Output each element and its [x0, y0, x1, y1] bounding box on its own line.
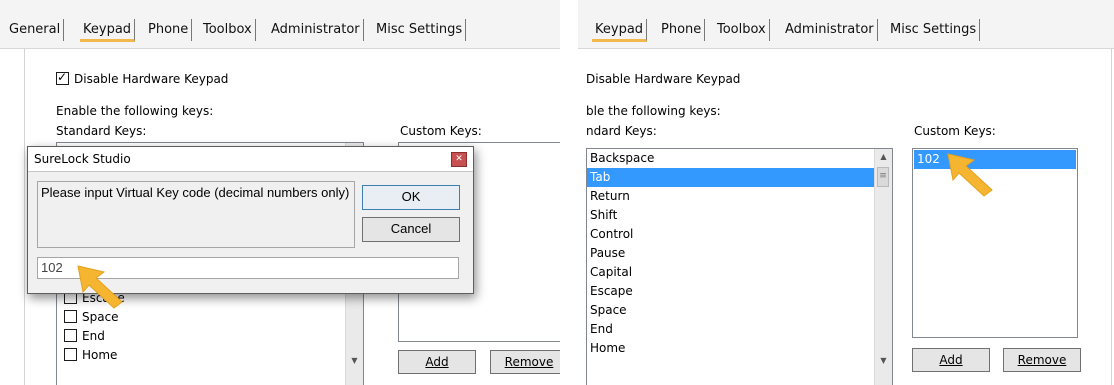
- list-item[interactable]: Control: [587, 225, 875, 244]
- standard-keys-list[interactable]: Backspace Tab Return Shift Control Pause…: [586, 148, 893, 385]
- scroll-down-icon[interactable]: ▼: [875, 353, 892, 369]
- pointer-arrow-icon: [77, 265, 123, 309]
- tab-phone[interactable]: Phone: [658, 19, 706, 41]
- remove-button[interactable]: Remove: [490, 350, 560, 374]
- scroll-up-icon[interactable]: ▲: [875, 149, 892, 165]
- cancel-button[interactable]: Cancel: [362, 217, 460, 242]
- close-icon[interactable]: ✕: [451, 152, 467, 167]
- list-item[interactable]: Space: [587, 301, 875, 320]
- list-item[interactable]: Home: [587, 339, 875, 358]
- disable-hardware-keypad-label[interactable]: Disable Hardware Keypad: [586, 72, 740, 86]
- pointer-arrow-icon: [947, 153, 993, 197]
- list-item[interactable]: Pause: [587, 244, 875, 263]
- standard-keys-scrollbar[interactable]: ▲ ≡ ▼: [874, 149, 892, 385]
- tab-misc-settings[interactable]: Misc Settings: [887, 19, 981, 41]
- list-item[interactable]: Return: [587, 187, 875, 206]
- standard-keys-label: ndard Keys:: [586, 124, 657, 138]
- left-screenshot: General Keypad Phone Toolbox Administrat…: [0, 0, 560, 385]
- tab-misc-settings[interactable]: Misc Settings: [373, 19, 467, 41]
- add-button[interactable]: Add: [398, 350, 476, 374]
- scroll-thumb[interactable]: ≡: [877, 167, 889, 187]
- list-item[interactable]: Escape: [587, 282, 875, 301]
- tab-bar: General Keypad Phone Toolbox Administrat…: [0, 0, 560, 49]
- list-item[interactable]: Backspace: [587, 149, 875, 168]
- checkbox-icon[interactable]: [64, 348, 77, 361]
- enable-keys-label: ble the following keys:: [586, 104, 721, 118]
- list-item[interactable]: End: [61, 327, 125, 346]
- add-button[interactable]: Add: [912, 348, 990, 372]
- list-item[interactable]: End: [587, 320, 875, 339]
- list-item[interactable]: Home: [61, 346, 125, 365]
- tab-keypad[interactable]: Keypad: [592, 19, 648, 42]
- right-screenshot: Keypad Phone Toolbox Administrator Misc …: [578, 0, 1114, 385]
- tab-keypad[interactable]: Keypad: [80, 19, 136, 42]
- dialog-message: Please input Virtual Key code (decimal n…: [37, 181, 355, 248]
- standard-keys-label: Standard Keys:: [56, 124, 147, 138]
- custom-keys-label: Custom Keys:: [400, 124, 482, 138]
- tab-administrator[interactable]: Administrator: [268, 19, 364, 41]
- remove-button[interactable]: Remove: [1003, 348, 1081, 372]
- tab-toolbox[interactable]: Toolbox: [200, 19, 256, 41]
- disable-hardware-keypad-label: Disable Hardware Keypad: [74, 72, 229, 86]
- list-item[interactable]: Space: [61, 308, 125, 327]
- custom-keys-label: Custom Keys:: [914, 124, 996, 138]
- tab-toolbox[interactable]: Toolbox: [714, 19, 770, 41]
- ok-button[interactable]: OK: [362, 185, 460, 210]
- checkbox-icon[interactable]: [64, 329, 77, 342]
- enable-keys-label: Enable the following keys:: [56, 104, 214, 118]
- tab-general[interactable]: General: [6, 19, 65, 41]
- list-item-selected[interactable]: Tab: [587, 168, 875, 187]
- list-item[interactable]: Shift: [587, 206, 875, 225]
- scroll-down-icon[interactable]: ▼: [346, 353, 363, 369]
- list-item[interactable]: Capital: [587, 263, 875, 282]
- tab-administrator[interactable]: Administrator: [782, 19, 878, 41]
- checkbox-icon[interactable]: [64, 310, 77, 323]
- checkbox-icon: [56, 70, 69, 85]
- disable-hardware-keypad-checkbox[interactable]: Disable Hardware Keypad: [56, 70, 229, 86]
- tab-bar: Keypad Phone Toolbox Administrator Misc …: [578, 0, 1114, 49]
- tab-phone[interactable]: Phone: [145, 19, 193, 41]
- dialog-title: SureLock Studio ✕: [28, 147, 473, 172]
